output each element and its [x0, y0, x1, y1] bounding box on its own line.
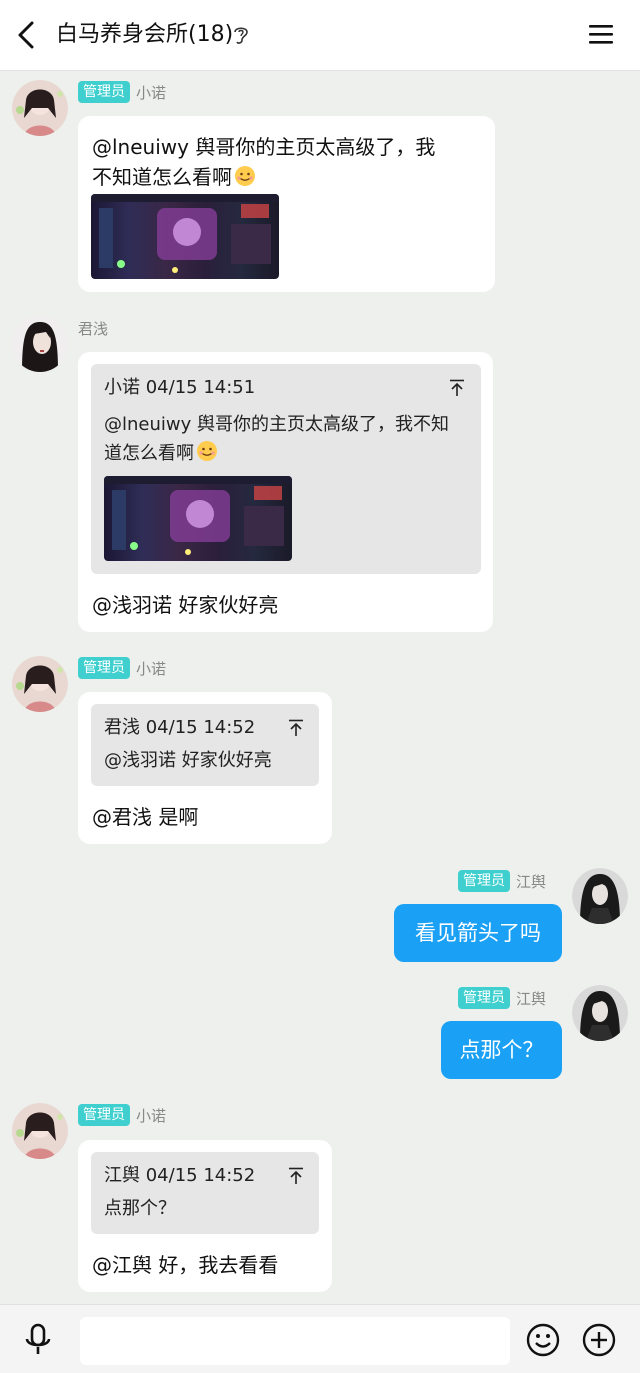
sender-row: 管理员 江舆: [458, 987, 546, 1009]
plus-icon[interactable]: [582, 1323, 616, 1357]
smile-emoji-icon: [197, 441, 217, 461]
sender-row: 管理员 小诺: [78, 81, 166, 103]
message-text-line: @lneuiwy 舆哥你的主页太高级了，我: [92, 135, 436, 159]
sender-name: 小诺: [136, 83, 167, 102]
message-bubble[interactable]: @lneuiwy 舆哥你的主页太高级了，我 不知道怎么看啊: [78, 116, 495, 292]
back-arrow-icon[interactable]: [14, 20, 40, 50]
admin-badge: 管理员: [458, 870, 510, 892]
admin-badge: 管理员: [78, 657, 130, 679]
sender-name: 江舆: [516, 989, 547, 1008]
sender-name: 小诺: [136, 1106, 167, 1125]
chat-header: 白马养身会所(18): [0, 0, 640, 71]
avatar[interactable]: [12, 80, 68, 136]
message-bubble[interactable]: 小诺 04/15 14:51 @lneuiwy 舆哥你的主页太高级了，我不知 道…: [78, 352, 493, 632]
quoted-message[interactable]: 小诺 04/15 14:51 @lneuiwy 舆哥你的主页太高级了，我不知 道…: [91, 364, 481, 574]
sender-row: 管理员 小诺: [78, 657, 166, 679]
quote-text-line: 道怎么看啊: [104, 439, 218, 468]
menu-icon[interactable]: [588, 22, 614, 46]
sender-name: 江舆: [516, 872, 547, 891]
avatar[interactable]: [572, 985, 628, 1041]
message-text: @浅羽诺 好家伙好亮: [92, 593, 279, 617]
screenshot-thumbnail[interactable]: [91, 194, 279, 279]
avatar[interactable]: [12, 1103, 68, 1159]
jump-to-top-icon[interactable]: [288, 1167, 304, 1185]
quoted-message[interactable]: 君浅 04/15 14:52 @浅羽诺 好家伙好亮: [91, 704, 319, 786]
screenshot-thumbnail[interactable]: [104, 476, 292, 561]
message-bubble[interactable]: 君浅 04/15 14:52 @浅羽诺 好家伙好亮 @君浅 是啊: [78, 692, 332, 844]
message-text: @君浅 是啊: [92, 805, 199, 829]
composer-bar: [0, 1304, 640, 1373]
avatar[interactable]: [12, 316, 68, 372]
sender-name: 小诺: [136, 659, 167, 678]
sender-name: 君浅: [78, 319, 109, 338]
jump-to-top-icon[interactable]: [449, 379, 465, 397]
quote-text-line: @lneuiwy 舆哥你的主页太高级了，我不知: [104, 414, 449, 435]
chat-title: 白马养身会所(18): [56, 22, 234, 47]
message-bubble[interactable]: 江舆 04/15 14:52 点那个？ @江舆 好，我去看看: [78, 1140, 332, 1292]
ear-icon: [234, 27, 248, 44]
message-text-line: 不知道怎么看啊: [92, 162, 256, 192]
message-input[interactable]: [80, 1317, 510, 1365]
quote-header: 君浅 04/15 14:52: [104, 717, 256, 738]
admin-badge: 管理员: [458, 987, 510, 1009]
admin-badge: 管理员: [78, 1104, 130, 1126]
sender-row: 管理员 江舆: [458, 870, 546, 892]
emoji-icon[interactable]: [526, 1323, 560, 1357]
quote-text: 点那个？: [104, 1198, 176, 1219]
jump-to-top-icon[interactable]: [288, 719, 304, 737]
quote-text: @浅羽诺 好家伙好亮: [104, 750, 272, 771]
my-message-bubble[interactable]: 看见箭头了吗: [394, 904, 562, 962]
sender-row: 管理员 小诺: [78, 1104, 166, 1126]
avatar[interactable]: [572, 868, 628, 924]
quote-header: 江舆 04/15 14:52: [104, 1165, 256, 1186]
message-text: @江舆 好，我去看看: [92, 1253, 279, 1277]
admin-badge: 管理员: [78, 81, 130, 103]
quoted-message[interactable]: 江舆 04/15 14:52 点那个？: [91, 1152, 319, 1234]
quote-header: 小诺 04/15 14:51: [104, 377, 256, 398]
smile-emoji-icon: [235, 166, 255, 186]
microphone-icon[interactable]: [22, 1323, 54, 1357]
sender-row: 君浅: [78, 317, 108, 339]
avatar[interactable]: [12, 656, 68, 712]
my-message-bubble[interactable]: 点那个？: [441, 1021, 562, 1079]
